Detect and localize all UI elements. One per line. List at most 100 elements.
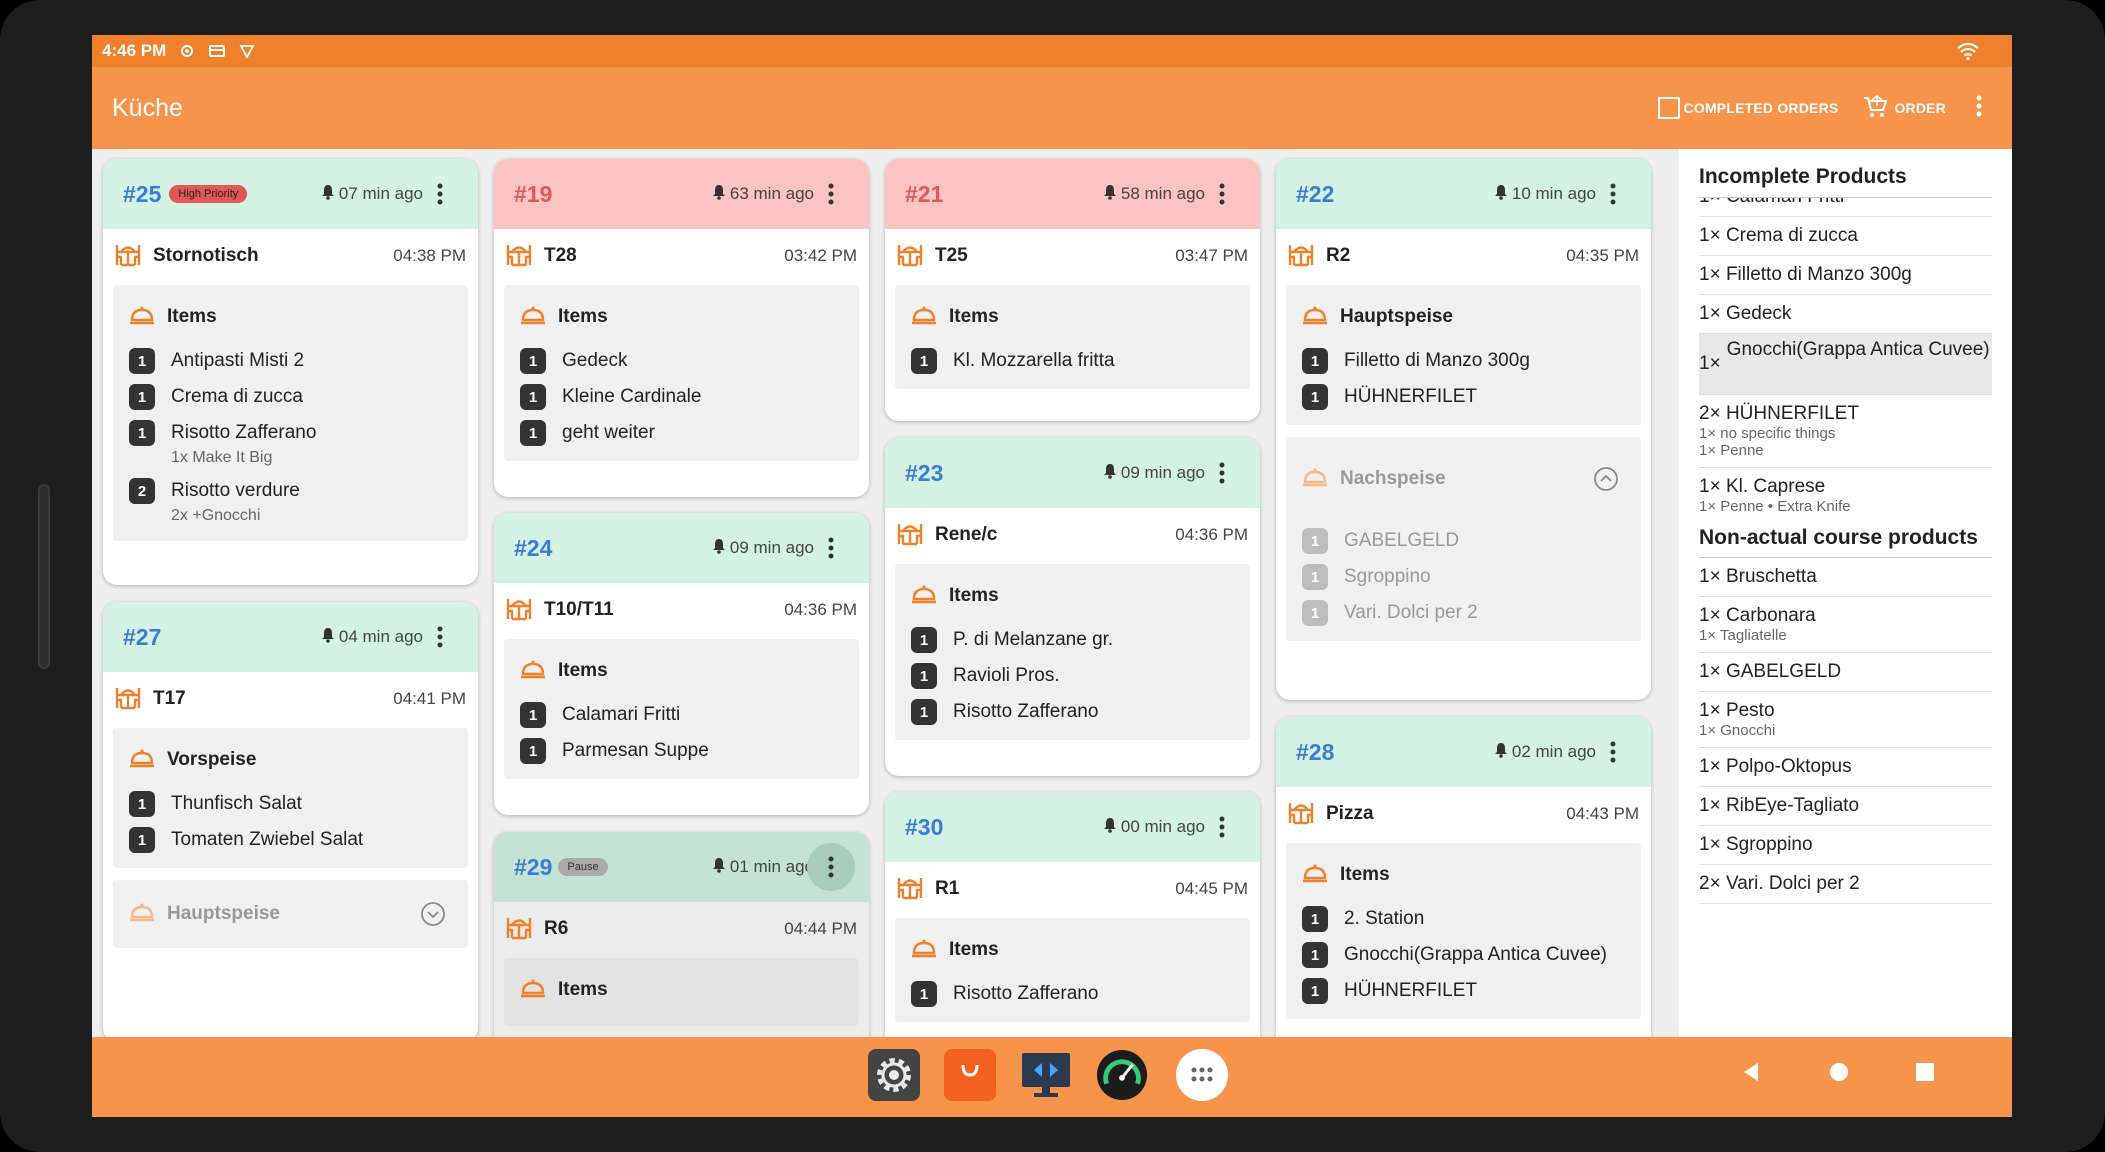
more-vert-icon[interactable]: [1198, 170, 1246, 218]
completed-orders-toggle[interactable]: COMPLETED ORDERS: [1657, 97, 1839, 119]
order-number: #19: [514, 180, 553, 207]
order-item[interactable]: 1 Gnocchi(Grappa Antica Cuvee): [1302, 941, 1625, 969]
product-row[interactable]: 1× Carbonara 1× Tagliatelle: [1699, 597, 1992, 653]
order-header: #22 10 min ago: [1276, 159, 1651, 229]
product-row[interactable]: 1× Crema di zucca: [1699, 217, 1992, 256]
order-card-22[interactable]: #22 10 min ago R2 04:35 PM Hauptspeise 1…: [1276, 159, 1651, 700]
product-row[interactable]: 1× Sgroppino: [1699, 826, 1992, 865]
course-group-collapsed[interactable]: Hauptspeise: [113, 880, 468, 948]
bell-icon: [1103, 184, 1117, 205]
order-item[interactable]: 1 Ravioli Pros.: [911, 662, 1234, 690]
qty-badge: 1: [520, 420, 546, 446]
order-table-row: T25 03:47 PM: [885, 229, 1260, 283]
more-vert-icon[interactable]: [807, 843, 855, 891]
order-age-text: 04 min ago: [338, 627, 423, 646]
order-item[interactable]: 1 Antipasti Misti 2: [129, 347, 452, 375]
item-name: Risotto Zafferano: [953, 983, 1099, 1004]
more-vert-icon[interactable]: [1198, 449, 1246, 497]
product-row[interactable]: 2× Vari. Dolci per 2: [1699, 865, 1992, 904]
more-vert-icon[interactable]: [416, 613, 464, 661]
order-card-28[interactable]: #28 02 min ago Pizza 04:43 PM Items 1 2.…: [1276, 717, 1651, 1037]
order-item[interactable]: 1 P. di Melanzane gr.: [911, 626, 1234, 654]
order-button[interactable]: ORDER: [1862, 94, 1946, 122]
chevron-down-icon[interactable]: [420, 901, 446, 932]
side-button: [38, 484, 50, 669]
order-card-24[interactable]: #24 09 min ago T10/T11 04:36 PM Items 1 …: [494, 513, 869, 815]
chevron-up-icon[interactable]: [1593, 466, 1619, 497]
order-item[interactable]: 1 HÜHNERFILET: [1302, 977, 1625, 1005]
product-row[interactable]: 1× Bruschetta: [1699, 558, 1992, 597]
product-row[interactable]: 1× RibEye-Tagliato: [1699, 787, 1992, 826]
order-card-23[interactable]: #23 09 min ago Rene/c 04:36 PM Items 1 P…: [885, 438, 1260, 776]
order-item[interactable]: 1 Gedeck: [520, 347, 843, 375]
order-item[interactable]: 1 Vari. Dolci per 2: [1302, 599, 1625, 627]
order-item[interactable]: 1 Filletto di Manzo 300g: [1302, 347, 1625, 375]
order-card-25[interactable]: #25 High Priority 07 min ago Stornotisch…: [103, 159, 478, 585]
product-row[interactable]: 1× Calamari Fritti: [1699, 198, 1992, 217]
order-item[interactable]: 1 Risotto Zafferano 1x Make It Big: [129, 419, 452, 469]
product-row-selected[interactable]: 1× Gnocchi(Grappa Antica Cuvee): [1699, 334, 1992, 395]
recents-icon[interactable]: [1914, 1061, 1936, 1088]
order-number: #30: [905, 813, 944, 840]
store-bag-icon[interactable]: [944, 1049, 996, 1101]
cloche-icon: [911, 304, 937, 331]
course-name: Items: [167, 306, 217, 327]
speedometer-icon[interactable]: [1096, 1049, 1148, 1101]
table-name: Pizza: [1326, 803, 1374, 824]
more-vert-icon[interactable]: [1589, 170, 1637, 218]
product-summary-panel[interactable]: Incomplete Products 1× Calamari Fritti 1…: [1679, 149, 2012, 1037]
course-header[interactable]: Hauptspeise: [129, 892, 452, 936]
remote-desktop-icon[interactable]: [1020, 1049, 1072, 1101]
product-row[interactable]: 1× GABELGELD: [1699, 653, 1992, 692]
order-item[interactable]: 2 Risotto verdure 2x +Gnocchi: [129, 477, 452, 527]
settings-gear-icon[interactable]: [868, 1049, 920, 1101]
product-modifier: 1× Penne: [1699, 442, 1764, 459]
course-header: Vorspeise: [129, 738, 452, 782]
product-row[interactable]: 1× Polpo-Oktopus: [1699, 748, 1992, 787]
item-name: HÜHNERFILET: [1344, 386, 1478, 407]
order-item[interactable]: 1 Risotto Zafferano: [911, 698, 1234, 726]
product-row[interactable]: 1× Kl. Caprese 1× Penne • Extra Knife: [1699, 468, 1992, 523]
order-age: 04 min ago: [321, 627, 423, 648]
qty-badge: 1: [129, 827, 155, 853]
product-row[interactable]: 1× Filletto di Manzo 300g: [1699, 256, 1992, 295]
order-item[interactable]: 1 Risotto Zafferano: [911, 980, 1234, 1008]
course-header: Items: [911, 928, 1234, 972]
order-item[interactable]: 1 2. Station: [1302, 905, 1625, 933]
item-name: Sgroppino: [1344, 566, 1431, 587]
order-item[interactable]: 1 Sgroppino: [1302, 563, 1625, 591]
home-icon[interactable]: [1828, 1061, 1850, 1088]
order-card-29[interactable]: #29 Pause 01 min ago R6 04:44 PM Items: [494, 832, 869, 1037]
product-row[interactable]: 1× Pesto 1× Gnocchi: [1699, 692, 1992, 748]
order-item[interactable]: 1 Kl. Mozzarella fritta: [911, 347, 1234, 375]
product-row[interactable]: 2× HÜHNERFILET 1× no specific things 1× …: [1699, 395, 1992, 468]
course-header[interactable]: Nachspeise: [1302, 457, 1625, 501]
order-item[interactable]: 1 Parmesan Suppe: [520, 737, 843, 765]
more-vert-icon[interactable]: [1589, 728, 1637, 776]
restaurant-table-icon: [1286, 799, 1316, 830]
order-item[interactable]: 1 geht weiter: [520, 419, 843, 447]
order-table-row: R1 04:45 PM: [885, 862, 1260, 916]
checkbox-icon[interactable]: [1657, 97, 1680, 119]
order-card-30[interactable]: #30 00 min ago R1 04:45 PM Items 1 Risot…: [885, 792, 1260, 1037]
more-vert-icon[interactable]: [1976, 95, 1982, 122]
more-vert-icon[interactable]: [1198, 803, 1246, 851]
order-item[interactable]: 1 Thunfisch Salat: [129, 790, 452, 818]
order-card-21[interactable]: #21 58 min ago T25 03:47 PM Items 1 Kl. …: [885, 159, 1260, 421]
order-card-19[interactable]: #19 63 min ago T28 03:42 PM Items 1 Gede…: [494, 159, 869, 497]
order-item[interactable]: 1 HÜHNERFILET: [1302, 383, 1625, 411]
qty-badge: 1: [911, 348, 937, 374]
order-card-27[interactable]: #27 04 min ago T17 04:41 PM Vorspeise 1 …: [103, 602, 478, 1037]
order-item[interactable]: 1 Kleine Cardinale: [520, 383, 843, 411]
more-vert-icon[interactable]: [807, 170, 855, 218]
order-item[interactable]: 1 Tomaten Zwiebel Salat: [129, 826, 452, 854]
order-item[interactable]: 1 Calamari Fritti: [520, 701, 843, 729]
app-drawer-icon[interactable]: [1176, 1049, 1228, 1101]
order-item[interactable]: 1 Crema di zucca: [129, 383, 452, 411]
back-icon[interactable]: [1740, 1061, 1762, 1088]
product-row[interactable]: 1× Gedeck: [1699, 295, 1992, 334]
order-item[interactable]: 1 GABELGELD: [1302, 527, 1625, 555]
more-vert-icon[interactable]: [807, 524, 855, 572]
more-vert-icon[interactable]: [416, 170, 464, 218]
order-age: 07 min ago: [321, 184, 423, 205]
